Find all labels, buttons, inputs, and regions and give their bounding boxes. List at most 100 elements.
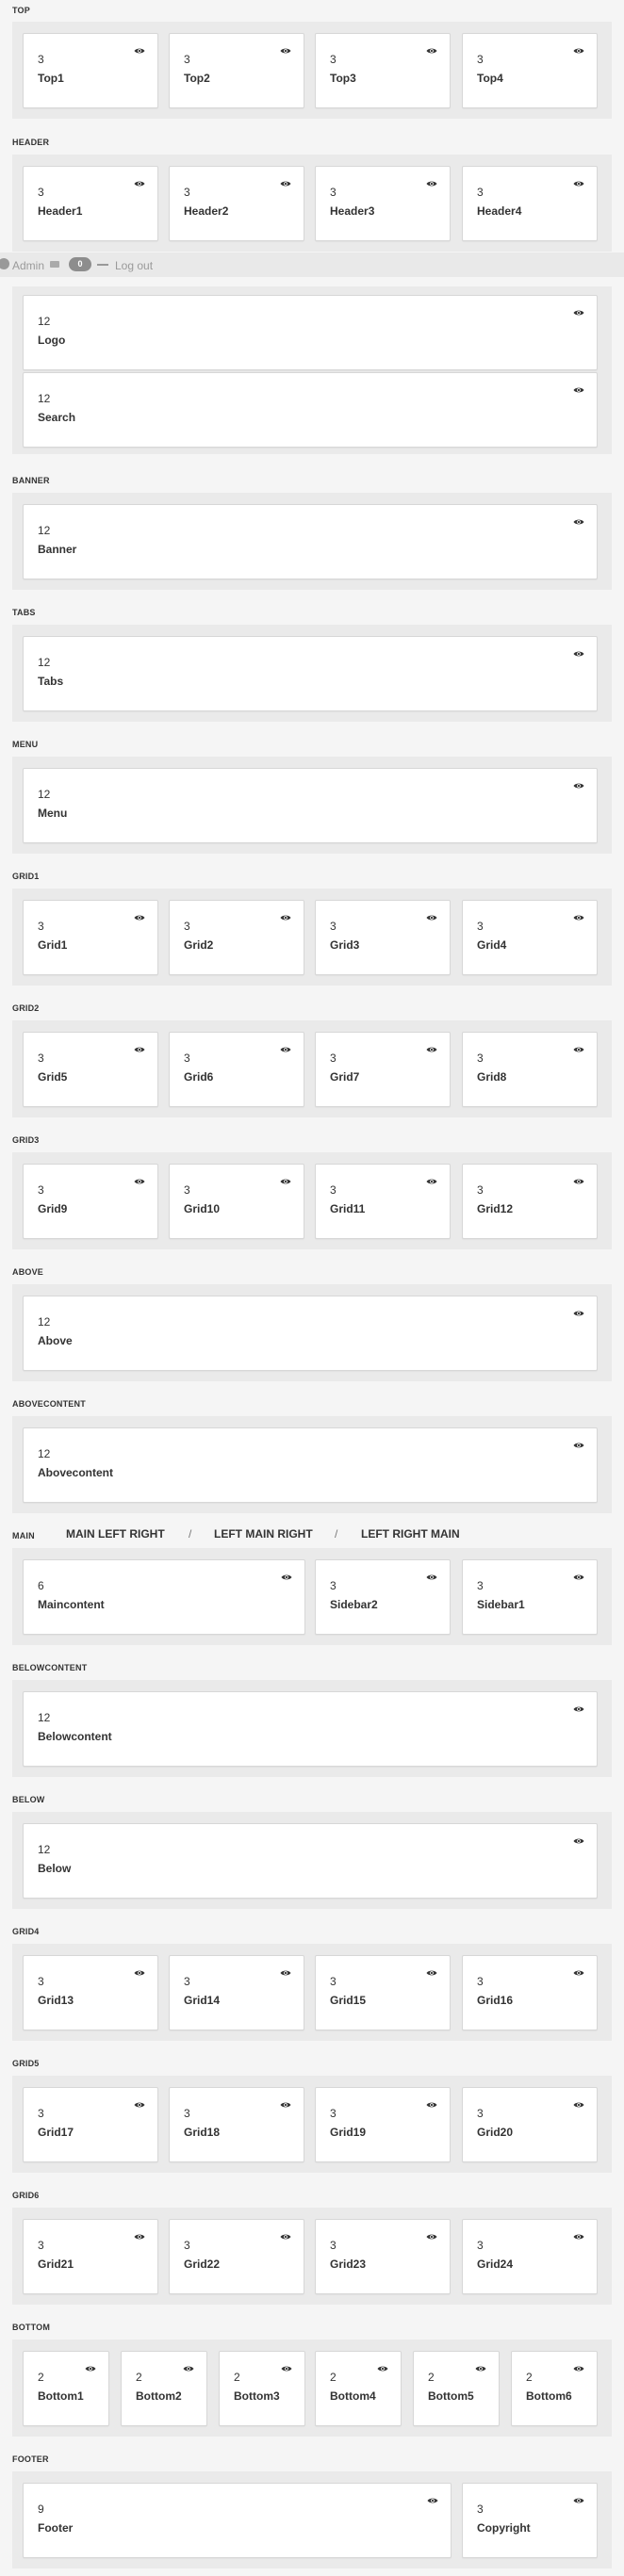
position-card-bottom2[interactable]: 2 Bottom2 bbox=[121, 2351, 207, 2426]
position-card-top3[interactable]: 3 Top3 bbox=[315, 33, 451, 108]
position-card-grid23[interactable]: 3 Grid23 bbox=[315, 2219, 451, 2294]
position-card-grid3[interactable]: 3 Grid3 bbox=[315, 900, 451, 975]
position-card-header3[interactable]: 3 Header3 bbox=[315, 166, 451, 241]
position-card-grid20[interactable]: 3 Grid20 bbox=[462, 2087, 598, 2162]
eye-icon[interactable] bbox=[134, 1965, 145, 1976]
position-card-header4[interactable]: 3 Header4 bbox=[462, 166, 598, 241]
position-card-grid17[interactable]: 3 Grid17 bbox=[23, 2087, 158, 2162]
layout-option-main-left-right[interactable]: MAIN LEFT RIGHT bbox=[66, 1527, 165, 1541]
position-card-grid16[interactable]: 3 Grid16 bbox=[462, 1955, 598, 2030]
position-card-banner[interactable]: 12 Banner bbox=[23, 504, 598, 579]
eye-icon[interactable] bbox=[426, 42, 437, 54]
position-card-grid1[interactable]: 3 Grid1 bbox=[23, 900, 158, 975]
position-card-menu[interactable]: 12 Menu bbox=[23, 768, 598, 843]
position-card-footer[interactable]: 9 Footer bbox=[23, 2483, 452, 2558]
eye-icon[interactable] bbox=[573, 1701, 584, 1712]
position-card-grid5[interactable]: 3 Grid5 bbox=[23, 1032, 158, 1107]
position-card-grid10[interactable]: 3 Grid10 bbox=[169, 1164, 304, 1239]
eye-icon[interactable] bbox=[573, 1041, 584, 1052]
position-card-search[interactable]: 12 Search bbox=[23, 372, 598, 448]
eye-icon[interactable] bbox=[280, 1965, 291, 1976]
position-card-grid22[interactable]: 3 Grid22 bbox=[169, 2219, 304, 2294]
position-card-grid9[interactable]: 3 Grid9 bbox=[23, 1164, 158, 1239]
position-card-top4[interactable]: 3 Top4 bbox=[462, 33, 598, 108]
layout-option-left-main-right[interactable]: LEFT MAIN RIGHT bbox=[214, 1527, 313, 1541]
eye-icon[interactable] bbox=[573, 1965, 584, 1976]
position-card-grid24[interactable]: 3 Grid24 bbox=[462, 2219, 598, 2294]
eye-icon[interactable] bbox=[426, 1173, 437, 1184]
position-card-bottom4[interactable]: 2 Bottom4 bbox=[315, 2351, 402, 2426]
eye-icon[interactable] bbox=[573, 909, 584, 921]
eye-icon[interactable] bbox=[573, 1833, 584, 1844]
eye-icon[interactable] bbox=[280, 2096, 291, 2108]
eye-icon[interactable] bbox=[426, 175, 437, 187]
position-card-copyright[interactable]: 3 Copyright bbox=[462, 2483, 598, 2558]
eye-icon[interactable] bbox=[573, 777, 584, 789]
eye-icon[interactable] bbox=[573, 2096, 584, 2108]
eye-icon[interactable] bbox=[280, 2228, 291, 2240]
eye-icon[interactable] bbox=[573, 645, 584, 657]
position-card-belowcontent[interactable]: 12 Belowcontent bbox=[23, 1691, 598, 1767]
eye-icon[interactable] bbox=[573, 304, 584, 316]
eye-icon[interactable] bbox=[426, 2096, 437, 2108]
position-card-sidebar2[interactable]: 3 Sidebar2 bbox=[315, 1559, 451, 1635]
eye-icon[interactable] bbox=[281, 2360, 292, 2372]
eye-icon[interactable] bbox=[573, 2360, 584, 2372]
position-card-bottom1[interactable]: 2 Bottom1 bbox=[23, 2351, 109, 2426]
eye-icon[interactable] bbox=[573, 42, 584, 54]
position-card-abovecontent[interactable]: 12 Abovecontent bbox=[23, 1427, 598, 1503]
position-card-below[interactable]: 12 Below bbox=[23, 1823, 598, 1899]
eye-icon[interactable] bbox=[426, 909, 437, 921]
position-card-grid18[interactable]: 3 Grid18 bbox=[169, 2087, 304, 2162]
avatar[interactable] bbox=[0, 258, 9, 269]
eye-icon[interactable] bbox=[573, 1305, 584, 1316]
position-card-grid4[interactable]: 3 Grid4 bbox=[462, 900, 598, 975]
eye-icon[interactable] bbox=[426, 1569, 437, 1580]
position-card-bottom6[interactable]: 2 Bottom6 bbox=[511, 2351, 598, 2426]
position-card-grid14[interactable]: 3 Grid14 bbox=[169, 1955, 304, 2030]
eye-icon[interactable] bbox=[426, 2228, 437, 2240]
eye-icon[interactable] bbox=[134, 2228, 145, 2240]
eye-icon[interactable] bbox=[377, 2360, 388, 2372]
position-card-grid6[interactable]: 3 Grid6 bbox=[169, 1032, 304, 1107]
position-card-grid2[interactable]: 3 Grid2 bbox=[169, 900, 304, 975]
logout-link[interactable]: Log out bbox=[115, 259, 153, 272]
eye-icon[interactable] bbox=[573, 382, 584, 393]
position-card-grid8[interactable]: 3 Grid8 bbox=[462, 1032, 598, 1107]
eye-icon[interactable] bbox=[134, 1041, 145, 1052]
position-card-bottom5[interactable]: 2 Bottom5 bbox=[413, 2351, 500, 2426]
position-card-grid12[interactable]: 3 Grid12 bbox=[462, 1164, 598, 1239]
position-card-tabs[interactable]: 12 Tabs bbox=[23, 636, 598, 711]
position-card-above[interactable]: 12 Above bbox=[23, 1296, 598, 1371]
eye-icon[interactable] bbox=[573, 2492, 584, 2503]
position-card-top1[interactable]: 3 Top1 bbox=[23, 33, 158, 108]
eye-icon[interactable] bbox=[134, 909, 145, 921]
eye-icon[interactable] bbox=[573, 175, 584, 187]
eye-icon[interactable] bbox=[426, 1041, 437, 1052]
eye-icon[interactable] bbox=[134, 1173, 145, 1184]
layout-option-left-right-main[interactable]: LEFT RIGHT MAIN bbox=[361, 1527, 460, 1541]
eye-icon[interactable] bbox=[427, 2492, 438, 2503]
position-card-grid13[interactable]: 3 Grid13 bbox=[23, 1955, 158, 2030]
eye-icon[interactable] bbox=[85, 2360, 96, 2372]
position-card-sidebar1[interactable]: 3 Sidebar1 bbox=[462, 1559, 598, 1635]
position-card-bottom3[interactable]: 2 Bottom3 bbox=[219, 2351, 305, 2426]
position-card-top2[interactable]: 3 Top2 bbox=[169, 33, 304, 108]
position-card-maincontent[interactable]: 6 Maincontent bbox=[23, 1559, 305, 1635]
position-card-grid21[interactable]: 3 Grid21 bbox=[23, 2219, 158, 2294]
position-card-grid11[interactable]: 3 Grid11 bbox=[315, 1164, 451, 1239]
eye-icon[interactable] bbox=[573, 1569, 584, 1580]
eye-icon[interactable] bbox=[134, 2096, 145, 2108]
eye-icon[interactable] bbox=[573, 1173, 584, 1184]
eye-icon[interactable] bbox=[475, 2360, 486, 2372]
position-card-header1[interactable]: 3 Header1 bbox=[23, 166, 158, 241]
eye-icon[interactable] bbox=[281, 1569, 292, 1580]
position-card-grid15[interactable]: 3 Grid15 bbox=[315, 1955, 451, 2030]
eye-icon[interactable] bbox=[280, 175, 291, 187]
position-card-logo[interactable]: 12 Logo bbox=[23, 295, 598, 370]
eye-icon[interactable] bbox=[280, 1173, 291, 1184]
eye-icon[interactable] bbox=[426, 1965, 437, 1976]
position-card-header2[interactable]: 3 Header2 bbox=[169, 166, 304, 241]
notification-count-badge[interactable]: 0 bbox=[69, 257, 91, 271]
eye-icon[interactable] bbox=[573, 2228, 584, 2240]
